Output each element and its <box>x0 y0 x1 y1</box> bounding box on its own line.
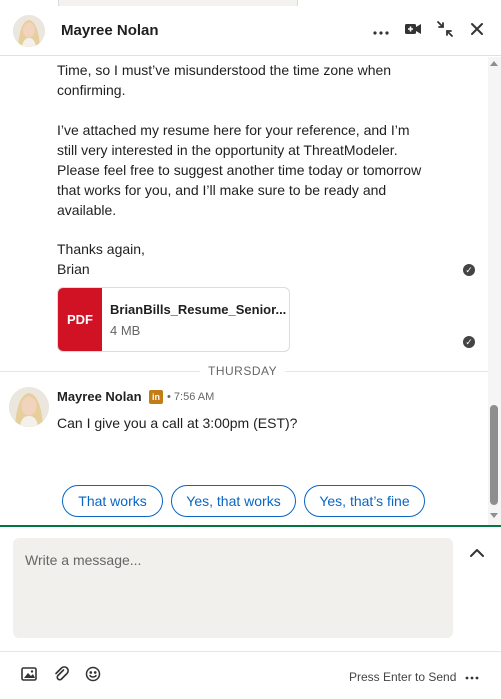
linkedin-premium-badge: in <box>149 390 163 404</box>
message-line: Thanks again, <box>57 241 145 257</box>
scroll-down-arrow-icon[interactable] <box>490 513 498 518</box>
day-divider-label: THURSDAY <box>200 364 286 378</box>
more-options-button[interactable] <box>369 19 393 43</box>
more-horizontal-icon <box>373 22 389 40</box>
attach-image-button[interactable] <box>20 666 38 686</box>
contact-name[interactable]: Mayree Nolan <box>61 22 159 39</box>
chat-header[interactable]: Mayree Nolan <box>0 6 501 56</box>
video-call-icon <box>404 22 422 41</box>
paperclip-icon <box>53 665 69 687</box>
day-divider: THURSDAY <box>0 364 488 378</box>
image-icon <box>21 666 37 686</box>
emoji-button[interactable] <box>84 666 102 687</box>
quick-reply-that-works[interactable]: That works <box>62 485 163 517</box>
attach-file-button[interactable] <box>52 665 70 687</box>
attachment-file-name[interactable]: BrianBills_Resume_Senior... <box>110 302 286 317</box>
collapse-button[interactable] <box>433 19 457 43</box>
message-line: confirming. <box>57 82 126 98</box>
attachment-card[interactable]: PDF BrianBills_Resume_Senior... 4 MB <box>57 287 290 352</box>
pdf-file-icon: PDF <box>58 288 102 351</box>
chevron-up-icon <box>469 545 485 563</box>
message-line: Please feel free to suggest another time… <box>57 162 422 178</box>
avatar[interactable] <box>9 387 49 427</box>
message-input-placeholder: Write a message... <box>25 552 142 568</box>
close-button[interactable] <box>465 19 489 43</box>
message-list[interactable]: Time, so I must’ve misunderstood the tim… <box>0 57 488 525</box>
message-timestamp: • 7:56 AM <box>167 391 215 403</box>
scrollbar-thumb[interactable] <box>490 405 498 505</box>
message-line: still very interested in the opportunity… <box>57 142 398 158</box>
read-receipt-icon: ✓ <box>463 336 475 348</box>
video-call-button[interactable] <box>401 19 425 43</box>
send-options-button[interactable] <box>462 667 482 685</box>
message-scrollbar[interactable] <box>488 57 501 525</box>
message-line: Time, so I must’ve misunderstood the tim… <box>57 62 392 78</box>
sender-name[interactable]: Mayree Nolan <box>57 389 142 404</box>
read-receipt-icon: ✓ <box>463 264 475 276</box>
close-icon <box>470 22 484 41</box>
avatar[interactable] <box>13 15 45 47</box>
composer-focus-rule <box>0 525 501 527</box>
footer-divider <box>0 651 501 652</box>
scroll-up-arrow-icon[interactable] <box>490 61 498 66</box>
send-hint[interactable]: Press Enter to Send <box>349 670 456 684</box>
attachment-file-size: 4 MB <box>110 323 141 338</box>
message-line: Brian <box>57 261 90 277</box>
quick-reply-yes-thats-fine[interactable]: Yes, that’s fine <box>304 485 425 517</box>
message-line: I’ve attached my resume here for your re… <box>57 122 410 138</box>
quick-reply-yes-that-works[interactable]: Yes, that works <box>171 485 296 517</box>
more-horizontal-icon <box>465 667 479 685</box>
emoji-icon <box>85 666 101 687</box>
expand-composer-button[interactable] <box>467 546 487 562</box>
message-line: that works for you, and I’ll make sure t… <box>57 182 387 198</box>
message-input[interactable]: Write a message... <box>13 538 453 638</box>
message-line: available. <box>57 202 117 218</box>
collapse-icon <box>436 20 454 43</box>
message-text: Can I give you a call at 3:00pm (EST)? <box>57 415 298 431</box>
